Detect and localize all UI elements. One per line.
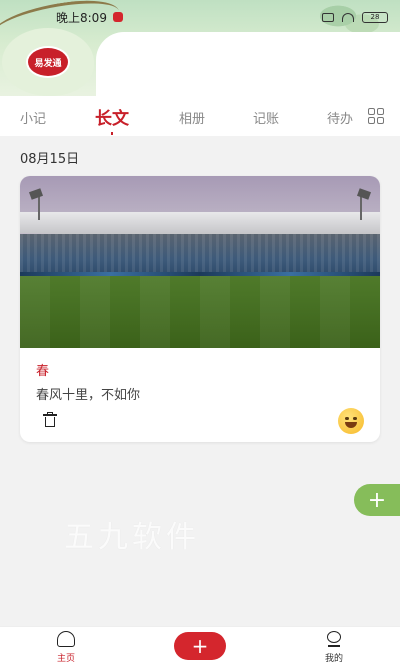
mood-emoji-icon[interactable] bbox=[338, 408, 364, 434]
nav-home[interactable]: 主页 bbox=[46, 631, 86, 664]
center-add-button[interactable]: + bbox=[174, 632, 226, 660]
person-icon bbox=[325, 631, 343, 647]
entry-image bbox=[20, 176, 380, 348]
entry-title: 春 bbox=[36, 364, 50, 379]
tab-todo[interactable]: 待办 bbox=[327, 108, 355, 127]
watermark: 五九软件 bbox=[64, 520, 200, 555]
app-logo-container: 易发通 bbox=[2, 28, 94, 96]
wifi-icon bbox=[342, 12, 354, 22]
category-tabs: 小记 长文 相册 记账 待办 bbox=[0, 100, 400, 136]
delete-icon[interactable] bbox=[42, 412, 58, 428]
floating-add-button[interactable]: + bbox=[354, 484, 400, 516]
battery-level: 28 bbox=[370, 13, 380, 21]
battery-icon: 28 bbox=[362, 11, 388, 23]
entry-date: 08月15日 bbox=[20, 152, 80, 167]
status-bar: 晚上8:09 28 bbox=[0, 0, 400, 34]
tab-album[interactable]: 相册 bbox=[179, 108, 205, 127]
grid-menu-icon[interactable] bbox=[368, 108, 384, 124]
tab-accounting[interactable]: 记账 bbox=[253, 108, 279, 127]
nav-mine-label: 我的 bbox=[324, 654, 343, 664]
recording-indicator-icon bbox=[112, 12, 123, 22]
sim-icon bbox=[322, 12, 334, 22]
entry-card[interactable]: 春 春风十里，不如你 bbox=[20, 176, 380, 442]
nav-mine[interactable]: 我的 bbox=[314, 631, 354, 664]
app-logo[interactable]: 易发通 bbox=[28, 48, 68, 76]
tab-notes[interactable]: 小记 bbox=[20, 108, 46, 127]
tab-long-text[interactable]: 长文 bbox=[95, 104, 129, 129]
status-time: 晚上8:09 bbox=[56, 10, 107, 25]
home-icon bbox=[57, 631, 75, 647]
header-card bbox=[96, 32, 400, 104]
entry-text: 春风十里，不如你 bbox=[36, 388, 141, 403]
nav-home-label: 主页 bbox=[56, 654, 75, 664]
